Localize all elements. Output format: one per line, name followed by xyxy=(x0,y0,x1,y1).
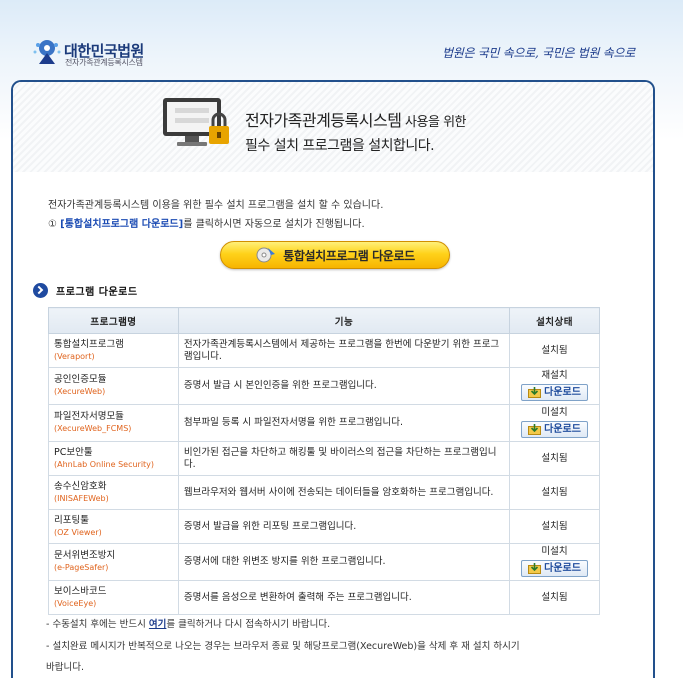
program-code: (XecureWeb_FCMS) xyxy=(54,424,132,433)
program-name-cell: PC보안툴 (AhnLab Online Security) xyxy=(48,441,179,476)
program-table: 프로그램명 기능 설치상태 통합설치프로그램 (Veraport) 전자가족관계등록… xyxy=(48,307,600,615)
table-row: 통합설치프로그램 (Veraport) 전자가족관계등록시스템에서 제공하는 프로그… xyxy=(48,333,600,368)
program-name: PC보안툴 xyxy=(54,446,93,458)
program-name: 송수신암호화 xyxy=(54,480,107,492)
intro-text: 전자가족관계등록시스템 이용을 위한 필수 설치 프로그램을 설치 할 수 있습… xyxy=(48,200,384,211)
install-status-cell: 설치됨 xyxy=(509,333,600,368)
program-code: (e-PageSafer) xyxy=(54,563,109,572)
program-name: 통합설치프로그램 xyxy=(54,338,124,350)
banner-title-suffix: 사용을 위한 xyxy=(401,115,466,130)
program-name: 파일전자서명모듈 xyxy=(54,411,124,422)
banner-subtitle: 필수 설치 프로그램을 설치합니다. xyxy=(245,138,435,154)
program-name: 공인인증모듈 xyxy=(54,374,107,385)
download-button[interactable]: 다운로드 xyxy=(521,384,588,401)
install-status-cell: 설치됨 xyxy=(509,475,600,510)
table-row: 리포팅툴 (OZ Viewer) 증명서 발급을 위한 리포팅 프로그램입니다. 설치… xyxy=(48,509,600,544)
header-install-status: 설치상태 xyxy=(509,307,600,334)
table-row: 공인인증모듈 (XecureWeb) 증명서 발급 시 본인인증을 위한 프로그램입… xyxy=(48,367,600,405)
program-name-cell: 문서위변조방지 (e-PageSafer) xyxy=(48,543,179,581)
program-name-cell: 리포팅툴 (OZ Viewer) xyxy=(48,509,179,544)
program-name-cell: 통합설치프로그램 (Veraport) xyxy=(48,333,179,368)
header-program-name: 프로그램명 xyxy=(48,307,179,334)
program-name-cell: 파일전자서명모듈 (XecureWeb_FCMS) xyxy=(48,404,179,442)
monitor-lock-icon xyxy=(163,98,229,146)
here-link[interactable]: 여기 xyxy=(149,619,166,630)
program-function: 증명서를 음성으로 변환하여 출력해 주는 프로그램입니다. xyxy=(177,580,511,615)
program-code: (VoiceEye) xyxy=(54,598,97,608)
intro-download-link[interactable]: [통합설치프로그램 다운로드] xyxy=(60,219,183,230)
program-function: 전자가족관계등록시스템에서 제공하는 프로그램을 한번에 다운받기 위한 프로그… xyxy=(177,333,511,368)
install-status: 설치됨 xyxy=(541,591,568,603)
folder-download-icon xyxy=(528,424,542,435)
integrated-download-button[interactable]: 통합설치프로그램 다운로드 xyxy=(220,241,450,269)
install-status: 미설치 xyxy=(541,407,568,418)
intro-instruction-suffix: 를 클릭하시면 자동으로 설치가 진행됩니다. xyxy=(183,219,365,230)
install-status: 설치됨 xyxy=(541,452,568,464)
note1-suffix: 를 클릭하거나 다시 접속하시기 바랍니다. xyxy=(166,619,331,630)
folder-download-icon xyxy=(528,563,542,574)
slogan: 법원은 국민 속으로, 국민은 법원 속으로 xyxy=(442,46,635,60)
intro-instruction: ① [통합설치프로그램 다운로드]를 클릭하시면 자동으로 설치가 진행됩니다. xyxy=(48,215,365,230)
download-label: 다운로드 xyxy=(544,423,581,435)
install-status-cell: 미설치다운로드 xyxy=(509,543,600,581)
folder-download-icon xyxy=(528,387,542,398)
table-row: 문서위변조방지 (e-PageSafer) 증명서에 대한 위변조 방지를 위한 프… xyxy=(48,543,600,581)
download-label: 다운로드 xyxy=(544,386,581,398)
install-status-cell: 재설치다운로드 xyxy=(509,367,600,405)
program-name-cell: 보이스바코드 (VoiceEye) xyxy=(48,580,179,615)
header-function: 기능 xyxy=(177,307,511,334)
section-title: 프로그램 다운로드 xyxy=(56,287,138,298)
program-function: 증명서에 대한 위변조 방지를 위한 프로그램입니다. xyxy=(177,543,511,581)
section-header: 프로그램 다운로드 xyxy=(33,283,138,298)
table-header-row: 프로그램명 기능 설치상태 xyxy=(48,307,600,334)
program-name-cell: 공인인증모듈 (XecureWeb) xyxy=(48,367,179,405)
table-row: 보이스바코드 (VoiceEye) 증명서를 음성으로 변환하여 출력해 주는 프로… xyxy=(48,580,600,615)
program-function: 비인가된 접근을 차단하고 해킹툴 및 바이러스의 접근을 차단하는 프로그램입… xyxy=(177,441,511,476)
program-name: 보이스바코드 xyxy=(54,585,107,597)
manual-install-note: - 수동설치 후에는 반드시 여기를 클릭하거나 다시 접속하시기 바랍니다. xyxy=(46,616,330,630)
download-button[interactable]: 다운로드 xyxy=(521,421,588,438)
install-banner: 전자가족관계등록시스템 사용을 위한 필수 설치 프로그램을 설치합니다. xyxy=(13,82,653,172)
cd-install-icon xyxy=(256,247,276,263)
install-status-cell: 설치됨 xyxy=(509,580,600,615)
install-status-cell: 미설치다운로드 xyxy=(509,404,600,442)
court-emblem-icon xyxy=(33,40,61,64)
program-code: (OZ Viewer) xyxy=(54,527,102,537)
install-panel: 전자가족관계등록시스템 사용을 위한 필수 설치 프로그램을 설치합니다. 전자… xyxy=(11,80,655,678)
intro-step-number: ① xyxy=(48,219,61,230)
program-function: 웹브라우저와 웹서버 사이에 전송되는 데이터들을 암호화하는 프로그램입니다. xyxy=(177,475,511,510)
reinstall-note: - 설치완료 메시지가 반복적으로 나오는 경우는 브라우저 종료 및 해당프로… xyxy=(46,641,520,652)
site-header: 대한민국법원 전자가족관계등록시스템 법원은 국민 속으로, 국민은 법원 속으… xyxy=(0,0,683,80)
program-function: 증명서 발급을 위한 리포팅 프로그램입니다. xyxy=(177,509,511,544)
program-function: 증명서 발급 시 본인인증을 위한 프로그램입니다. xyxy=(177,367,511,405)
install-status-cell: 설치됨 xyxy=(509,509,600,544)
banner-title-main: 전자가족관계등록시스템 xyxy=(245,111,402,130)
table-row: PC보안툴 (AhnLab Online Security) 비인가된 접근을 차단… xyxy=(48,441,600,476)
install-status: 설치됨 xyxy=(541,344,568,356)
install-status-cell: 설치됨 xyxy=(509,441,600,476)
install-status: 재설치 xyxy=(541,370,568,381)
note1-prefix: - 수동설치 후에는 반드시 xyxy=(46,619,149,630)
install-status: 설치됨 xyxy=(541,520,568,532)
program-code: (AhnLab Online Security) xyxy=(54,459,155,469)
program-name-cell: 송수신암호화 (INISAFEWeb) xyxy=(48,475,179,510)
integrated-download-label: 통합설치프로그램 다운로드 xyxy=(283,248,415,263)
program-name: 문서위변조방지 xyxy=(54,550,116,561)
banner-title: 전자가족관계등록시스템 사용을 위한 xyxy=(245,107,466,131)
install-status: 설치됨 xyxy=(541,486,568,498)
program-function: 첨부파일 등록 시 파일전자서명을 위한 프로그램입니다. xyxy=(177,404,511,442)
program-code: (INISAFEWeb) xyxy=(54,493,109,503)
table-row: 파일전자서명모듈 (XecureWeb_FCMS) 첨부파일 등록 시 파일전자서명… xyxy=(48,404,600,442)
reinstall-note-cont: 바랍니다. xyxy=(46,662,84,673)
download-label: 다운로드 xyxy=(544,562,581,574)
download-button[interactable]: 다운로드 xyxy=(521,560,588,577)
program-code: (Veraport) xyxy=(54,351,95,361)
table-row: 송수신암호화 (INISAFEWeb) 웹브라우저와 웹서버 사이에 전송되는 데이… xyxy=(48,475,600,510)
install-status: 미설치 xyxy=(541,546,568,557)
program-name: 리포팅툴 xyxy=(54,514,89,526)
section-arrow-icon xyxy=(33,283,48,298)
program-code: (XecureWeb) xyxy=(54,387,106,396)
system-name: 전자가족관계등록시스템 xyxy=(65,58,143,67)
